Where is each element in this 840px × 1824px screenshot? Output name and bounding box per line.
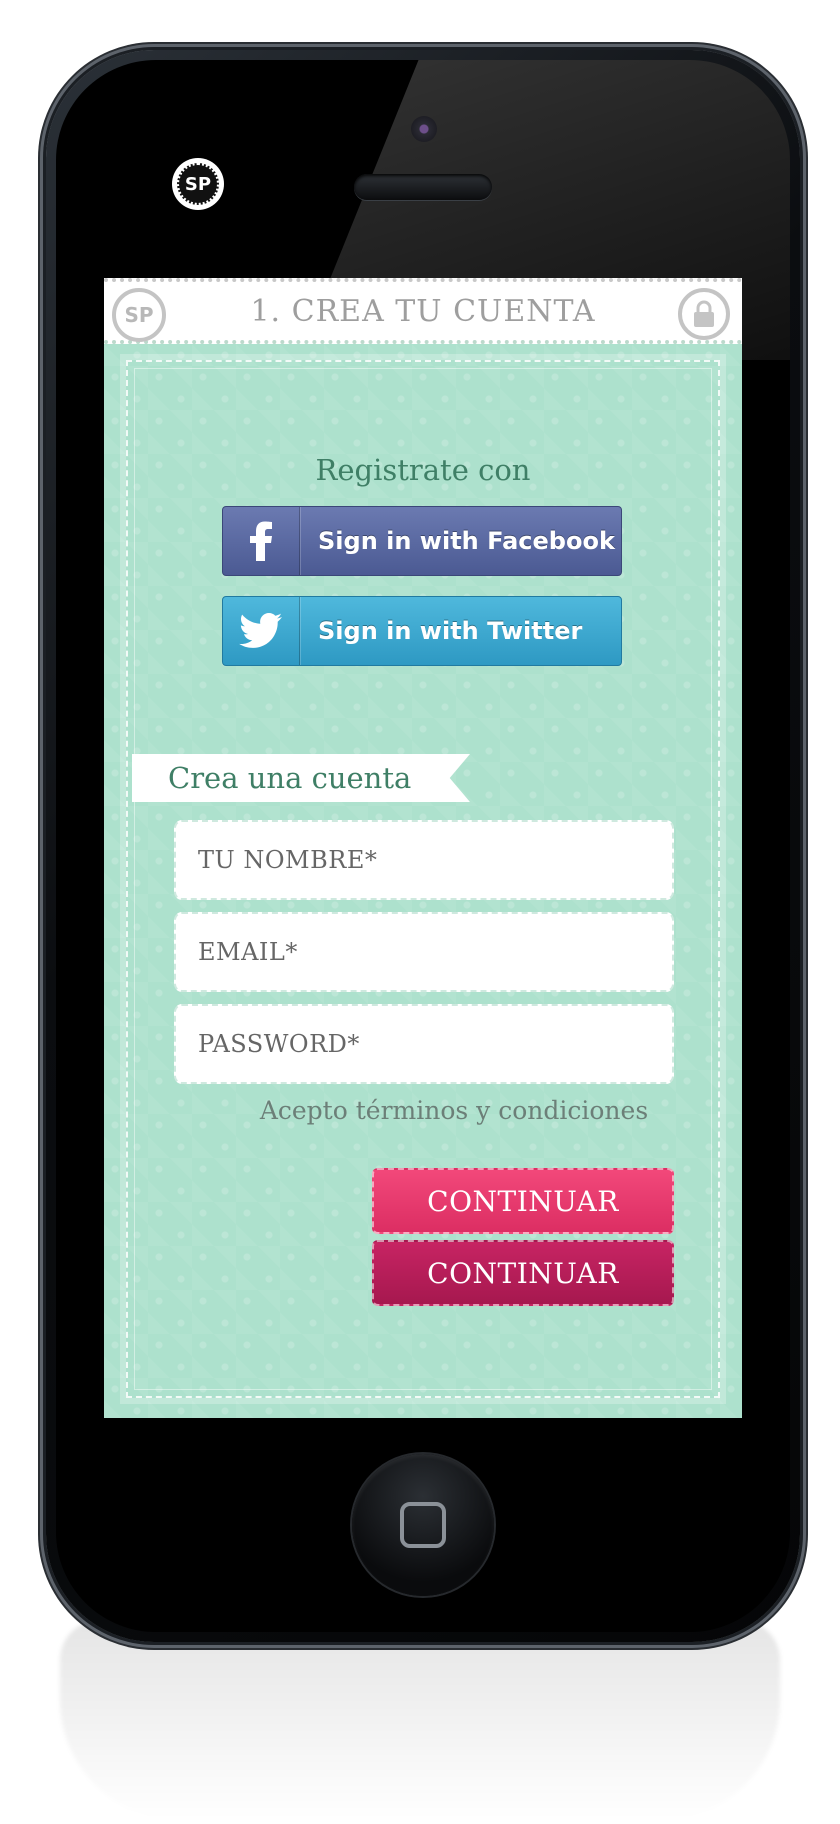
home-square-icon	[400, 1502, 446, 1548]
lock-glyph	[694, 300, 714, 327]
continue-button-pressed[interactable]: CONTINUAR	[372, 1240, 674, 1306]
phone-reflection	[60, 1620, 780, 1820]
app-header: SP 1. CREA TU CUENTA	[104, 278, 742, 344]
lock-icon[interactable]	[678, 288, 730, 340]
name-input[interactable]	[174, 820, 674, 900]
continue-button[interactable]: CONTINUAR	[372, 1168, 674, 1234]
app-screen: SP 1. CREA TU CUENTA Registrate con Sign…	[104, 278, 742, 1418]
twitter-signin-label: Sign in with Twitter	[318, 617, 583, 645]
facebook-signin-button[interactable]: Sign in with Facebook	[222, 506, 622, 576]
page-title: 1. CREA TU CUENTA	[250, 294, 596, 329]
facebook-icon	[223, 507, 300, 575]
twitter-bird-icon	[223, 597, 300, 665]
password-input[interactable]	[174, 1004, 674, 1084]
email-input[interactable]	[174, 912, 674, 992]
section-title: Crea una cuenta	[168, 761, 412, 795]
social-heading: Registrate con	[315, 453, 531, 487]
facebook-signin-label: Sign in with Facebook	[318, 527, 615, 555]
bezel-sp-logo-icon: SP	[172, 158, 224, 210]
earpiece-speaker	[354, 174, 492, 200]
continue-button-label: CONTINUAR	[427, 1184, 619, 1218]
section-ribbon: Crea una cuenta	[132, 754, 470, 802]
terms-link[interactable]: Acepto términos y condiciones	[104, 1096, 742, 1125]
bezel-logo-text: SP	[177, 163, 219, 205]
twitter-signin-button[interactable]: Sign in with Twitter	[222, 596, 622, 666]
home-button[interactable]	[352, 1454, 494, 1596]
front-camera	[411, 116, 437, 142]
continue-button-pressed-label: CONTINUAR	[427, 1256, 619, 1290]
